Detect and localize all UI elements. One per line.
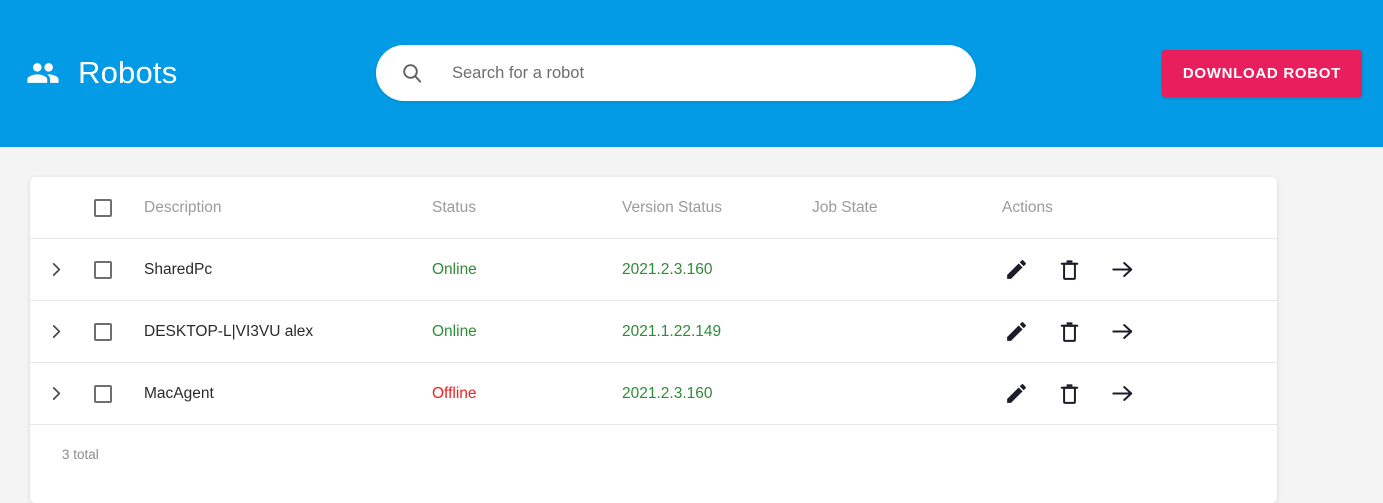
row-checkbox[interactable] bbox=[94, 384, 112, 403]
robots-table: Description Status Version Status Job St… bbox=[30, 177, 1277, 503]
edit-icon[interactable] bbox=[1004, 257, 1029, 282]
expand-cell[interactable] bbox=[30, 262, 82, 277]
chevron-right-icon[interactable] bbox=[49, 324, 64, 339]
edit-icon[interactable] bbox=[1004, 381, 1029, 406]
table-header-row: Description Status Version Status Job St… bbox=[30, 177, 1277, 239]
search-input[interactable] bbox=[452, 45, 952, 101]
cell-actions bbox=[1002, 257, 1277, 282]
chevron-right-icon[interactable] bbox=[49, 262, 64, 277]
search-bar[interactable] bbox=[376, 45, 976, 101]
row-checkbox[interactable] bbox=[94, 260, 112, 279]
column-header-job-state[interactable]: Job State bbox=[812, 199, 1002, 217]
column-header-status[interactable]: Status bbox=[432, 199, 622, 217]
cell-status: Offline bbox=[432, 384, 477, 402]
search-icon bbox=[403, 64, 422, 83]
content-area: Description Status Version Status Job St… bbox=[0, 147, 1383, 503]
expand-cell[interactable] bbox=[30, 386, 82, 401]
expand-cell[interactable] bbox=[30, 324, 82, 339]
edit-icon[interactable] bbox=[1004, 319, 1029, 344]
app-header: Robots DOWNLOAD ROBOT bbox=[0, 0, 1383, 147]
select-all-cell bbox=[82, 198, 144, 217]
delete-icon[interactable] bbox=[1057, 257, 1082, 282]
row-select-cell[interactable] bbox=[82, 384, 144, 403]
cell-description: DESKTOP-L|VI3VU alex bbox=[144, 322, 314, 340]
total-count-label: 3 total bbox=[62, 447, 99, 462]
select-all-checkbox[interactable] bbox=[94, 198, 112, 217]
table-row[interactable]: MacAgent Offline 2021.2.3.160 bbox=[30, 363, 1277, 425]
page-title: Robots bbox=[78, 55, 178, 90]
column-header-version-status[interactable]: Version Status bbox=[622, 199, 812, 217]
cell-version-status: 2021.2.3.160 bbox=[622, 260, 713, 278]
open-icon[interactable] bbox=[1110, 381, 1135, 406]
delete-icon[interactable] bbox=[1057, 381, 1082, 406]
column-header-description[interactable]: Description bbox=[144, 199, 432, 217]
cell-status: Online bbox=[432, 260, 477, 278]
cell-version-status: 2021.1.22.149 bbox=[622, 322, 722, 340]
open-icon[interactable] bbox=[1110, 319, 1135, 344]
table-row[interactable]: DESKTOP-L|VI3VU alex Online 2021.1.22.14… bbox=[30, 301, 1277, 363]
table-footer: 3 total bbox=[30, 425, 1277, 503]
download-robot-button[interactable]: DOWNLOAD ROBOT bbox=[1161, 50, 1362, 97]
row-select-cell[interactable] bbox=[82, 260, 144, 279]
cell-description: SharedPc bbox=[144, 260, 213, 278]
cell-actions bbox=[1002, 319, 1277, 344]
open-icon[interactable] bbox=[1110, 257, 1135, 282]
page-title-group: Robots bbox=[26, 56, 376, 90]
chevron-right-icon[interactable] bbox=[49, 386, 64, 401]
cell-status: Online bbox=[432, 322, 477, 340]
table-row[interactable]: SharedPc Online 2021.2.3.160 bbox=[30, 239, 1277, 301]
row-checkbox[interactable] bbox=[94, 322, 112, 341]
cell-actions bbox=[1002, 381, 1277, 406]
row-select-cell[interactable] bbox=[82, 322, 144, 341]
cell-version-status: 2021.2.3.160 bbox=[622, 384, 713, 402]
people-group-icon bbox=[27, 62, 59, 83]
column-header-actions: Actions bbox=[1002, 198, 1053, 216]
delete-icon[interactable] bbox=[1057, 319, 1082, 344]
cell-description: MacAgent bbox=[144, 384, 214, 402]
